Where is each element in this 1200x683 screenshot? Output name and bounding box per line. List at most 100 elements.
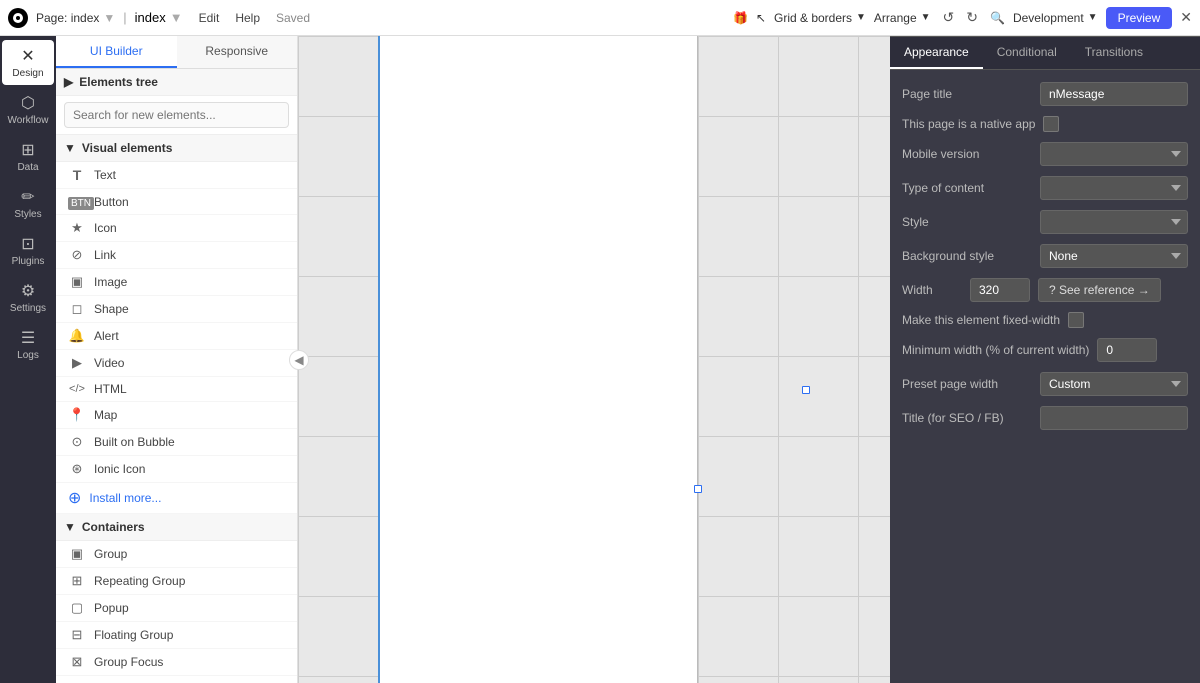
install-more-visual-icon: ⊕ — [68, 488, 81, 508]
mobile-version-row: Mobile version — [902, 142, 1188, 166]
element-floating-group[interactable]: ⊟ Floating Group — [56, 622, 297, 649]
grid-borders-button[interactable]: Grid & borders ▼ — [774, 11, 866, 25]
element-shape[interactable]: ◻ Shape — [56, 296, 297, 323]
elements-tree-arrow: ▶ — [64, 75, 73, 89]
fixed-width-value — [1068, 312, 1188, 328]
sidebar-item-logs[interactable]: ☰ Logs — [2, 322, 54, 367]
video-icon: ▶ — [68, 355, 86, 371]
settings-label: Settings — [10, 303, 46, 314]
preset-page-width-row: Preset page width Custom — [902, 372, 1188, 396]
plugins-icon: ⊡ — [21, 234, 34, 254]
sidebar-item-plugins[interactable]: ⊡ Plugins — [2, 228, 54, 273]
search-input[interactable] — [64, 102, 289, 128]
collapse-panel-button[interactable]: ◀ — [289, 350, 309, 370]
index-selector[interactable]: index ▼ — [135, 10, 183, 25]
install-more-visual[interactable]: ⊕ Install more... — [56, 483, 297, 514]
canvas-page-area — [378, 36, 698, 683]
sidebar-item-design[interactable]: ✕ Design — [2, 40, 54, 85]
fixed-width-checkbox[interactable] — [1068, 312, 1084, 328]
style-select[interactable] — [1040, 210, 1188, 234]
builtonbubble-icon: ⊙ — [68, 434, 86, 450]
preset-page-width-label: Preset page width — [902, 377, 1032, 391]
arrange-button[interactable]: Arrange ▼ — [874, 11, 931, 25]
element-icon[interactable]: ★ Icon — [56, 215, 297, 242]
min-width-input[interactable] — [1097, 338, 1157, 362]
element-builtonbubble[interactable]: ⊙ Built on Bubble — [56, 429, 297, 456]
button-icon: BTN — [68, 194, 86, 209]
sidebar-item-data[interactable]: ⊞ Data — [2, 134, 54, 179]
page-title-row: Page title — [902, 82, 1188, 106]
help-link[interactable]: Help — [235, 11, 260, 25]
element-ionic-icon[interactable]: ⊛ Ionic Icon — [56, 456, 297, 483]
title-seo-input[interactable] — [1040, 406, 1188, 430]
preview-button[interactable]: Preview — [1106, 7, 1173, 29]
element-alert[interactable]: 🔔 Alert — [56, 323, 297, 350]
popup-label: Popup — [94, 601, 129, 615]
tab-conditional[interactable]: Conditional — [983, 37, 1071, 69]
close-button[interactable]: ✕ — [1180, 9, 1192, 26]
elements-tree-header[interactable]: ▶ Elements tree — [56, 69, 297, 96]
canvas-handle-bottom[interactable] — [694, 485, 702, 493]
prop-tabs: Appearance Conditional Transitions — [890, 37, 1200, 70]
prop-body: Page title This page is a native app Mob… — [890, 70, 1200, 683]
containers-header[interactable]: ▼ Containers — [56, 514, 297, 541]
main-layout: ✕ Design ⬡ Workflow ⊞ Data ✏ Styles ⊡ Pl… — [0, 36, 1200, 683]
type-of-content-value — [1040, 176, 1188, 200]
tab-ui-builder[interactable]: UI Builder — [56, 36, 177, 68]
index-label: index — [135, 10, 166, 25]
button-label: Button — [94, 195, 129, 209]
page-label: Page: index — [36, 11, 99, 25]
background-style-select[interactable]: None — [1040, 244, 1188, 268]
styles-label: Styles — [14, 209, 41, 220]
search-button[interactable]: 🔍 — [990, 11, 1005, 25]
sidebar-item-workflow[interactable]: ⬡ Workflow — [2, 87, 54, 132]
install-more-containers[interactable]: ⊕ Install more... — [56, 676, 297, 683]
native-app-checkbox[interactable] — [1043, 116, 1059, 132]
tab-responsive[interactable]: Responsive — [177, 36, 298, 68]
canvas-handle-right[interactable] — [802, 386, 810, 394]
element-group-focus[interactable]: ⊠ Group Focus — [56, 649, 297, 676]
element-map[interactable]: 📍 Map — [56, 402, 297, 429]
element-popup[interactable]: ▢ Popup — [56, 595, 297, 622]
element-group[interactable]: ▣ Group — [56, 541, 297, 568]
min-width-label: Minimum width (% of current width) — [902, 343, 1089, 357]
shape-label: Shape — [94, 302, 129, 316]
element-video[interactable]: ▶ Video — [56, 350, 297, 377]
title-seo-row: Title (for SEO / FB) — [902, 406, 1188, 430]
workflow-icon: ⬡ — [21, 93, 35, 113]
sidebar-item-settings[interactable]: ⚙ Settings — [2, 275, 54, 320]
style-row: Style — [902, 210, 1188, 234]
repeating-group-icon: ⊞ — [68, 573, 86, 589]
element-repeating-group[interactable]: ⊞ Repeating Group — [56, 568, 297, 595]
tab-transitions[interactable]: Transitions — [1071, 37, 1157, 69]
native-app-value — [1043, 116, 1188, 132]
element-html[interactable]: </> HTML — [56, 377, 297, 402]
redo-button[interactable]: ↻ — [962, 7, 982, 28]
width-input[interactable] — [970, 278, 1030, 302]
group-focus-label: Group Focus — [94, 655, 163, 669]
edit-link[interactable]: Edit — [199, 11, 220, 25]
undo-button[interactable]: ↺ — [939, 7, 959, 28]
visual-elements-header[interactable]: ▼ Visual elements — [56, 135, 297, 162]
tab-appearance[interactable]: Appearance — [890, 37, 983, 69]
search-bar — [56, 96, 297, 135]
page-title-input[interactable] — [1040, 82, 1188, 106]
icon-label: Icon — [94, 221, 117, 235]
element-button[interactable]: BTN Button — [56, 189, 297, 215]
group-focus-icon: ⊠ — [68, 654, 86, 670]
element-text[interactable]: T Text — [56, 162, 297, 189]
cursor-button[interactable]: ↖ — [756, 11, 766, 25]
sidebar-item-styles[interactable]: ✏ Styles — [2, 181, 54, 226]
preset-page-width-select[interactable]: Custom — [1040, 372, 1188, 396]
see-reference-button[interactable]: ? See reference → — [1038, 278, 1161, 302]
gift-button[interactable]: 🎁 — [733, 11, 748, 25]
width-label: Width — [902, 283, 962, 297]
mobile-version-select[interactable] — [1040, 142, 1188, 166]
type-of-content-select[interactable] — [1040, 176, 1188, 200]
development-button[interactable]: Development ▼ — [1013, 11, 1098, 25]
element-link[interactable]: ⊘ Link — [56, 242, 297, 269]
visual-elements-arrow: ▼ — [64, 141, 76, 155]
element-image[interactable]: ▣ Image — [56, 269, 297, 296]
data-icon: ⊞ — [21, 140, 34, 160]
page-selector[interactable]: Page: index ▼ — [36, 11, 115, 25]
